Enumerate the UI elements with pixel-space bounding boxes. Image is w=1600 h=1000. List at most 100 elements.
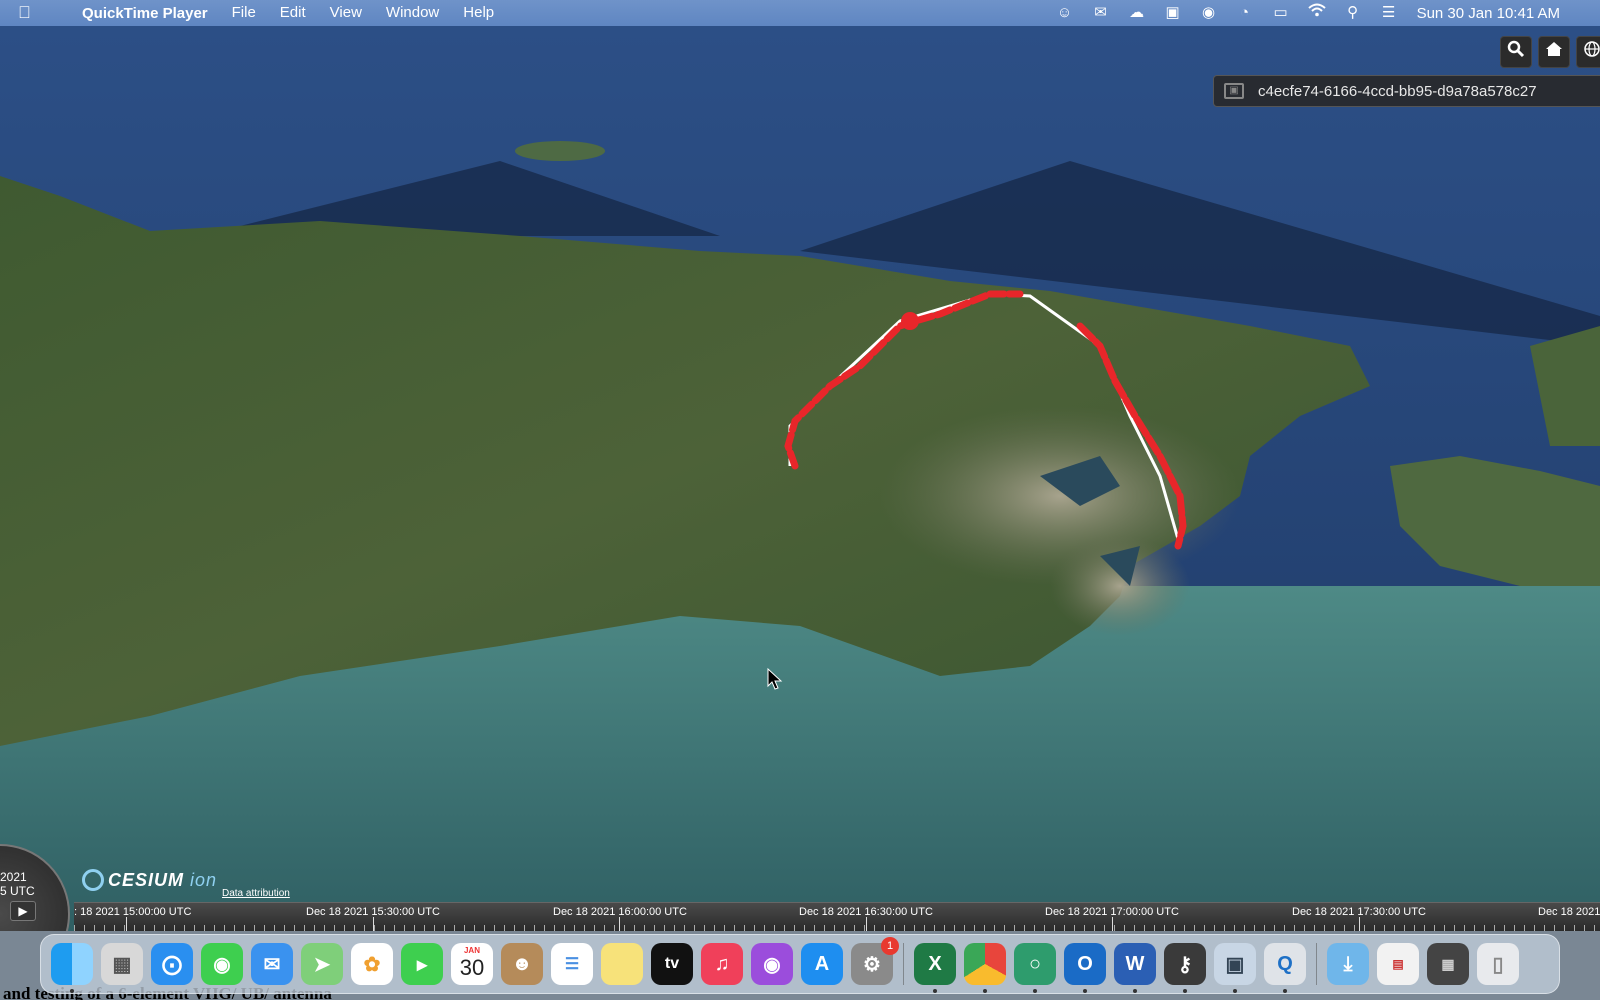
timeline-tick (1359, 917, 1360, 931)
vpn-icon[interactable]: ◔ (1227, 0, 1263, 26)
photos-icon[interactable]: ✿ (351, 943, 393, 985)
timeline-label-1: Dec 18 2021 15:30:00 UTC (306, 906, 440, 918)
outlook-icon[interactable]: O (1064, 943, 1106, 993)
camera-icon[interactable]: ▣ (1224, 83, 1244, 99)
running-indicator (1033, 989, 1037, 993)
finder-icon[interactable] (51, 943, 93, 993)
messages-icon[interactable]: ◉ (201, 943, 243, 985)
facetime-icon[interactable]: ▸ (401, 943, 443, 985)
cesium-wordmark: CESIUM (108, 869, 185, 890)
geocoder-search-button[interactable] (1500, 36, 1532, 68)
timeline-tick (866, 917, 867, 931)
timeline-tick (619, 917, 620, 931)
running-indicator (1183, 989, 1187, 993)
home-icon (1546, 42, 1562, 56)
clock-date: 2021 (0, 870, 27, 884)
urban-area (880, 406, 1240, 586)
selected-entity-info[interactable]: ▣ c4ecfe74-6166-4ccd-bb95-d9a78a578c27 (1213, 75, 1600, 107)
wifi-icon[interactable] (1299, 0, 1335, 26)
keychain-access-icon[interactable]: ⚷ (1164, 943, 1206, 993)
menu-window[interactable]: Window (374, 0, 451, 26)
menu-edit[interactable]: Edit (268, 0, 318, 26)
preview-icon[interactable]: ▣ (1214, 943, 1256, 993)
home-button[interactable] (1538, 36, 1570, 68)
lock-icon[interactable]: ▣ (1155, 0, 1191, 26)
dock: ▦ ⨀ ◉ ✉ ➤ ✿ ▸ JAN 30 ☻ ☰ tv ♫ ◉ A ⚙ 1 X ○… (40, 934, 1560, 994)
trash-icon[interactable]: ▯ (1477, 943, 1519, 985)
menu-bar:  QuickTime Player File Edit View Window… (0, 0, 1600, 26)
podcasts-icon[interactable]: ◉ (751, 943, 793, 985)
menu-view[interactable]: View (318, 0, 374, 26)
avatar-icon[interactable]: ☺ (1047, 0, 1083, 26)
entity-id: c4ecfe74-6166-4ccd-bb95-d9a78a578c27 (1258, 82, 1537, 100)
menubar-clock[interactable]: Sun 30 Jan 10:41 AM (1417, 5, 1560, 22)
timeline-tick (1112, 917, 1113, 931)
running-indicator (933, 989, 937, 993)
globe-icon (1584, 41, 1600, 57)
cesium-ion-logo[interactable]: CESIUM ion (82, 869, 217, 891)
control-center-icon[interactable]: ☰ (1371, 0, 1407, 26)
app-store-icon[interactable]: A (801, 943, 843, 985)
tv-label: tv (664, 955, 680, 972)
cesium-viewer[interactable]: ▣ c4ecfe74-6166-4ccd-bb95-d9a78a578c27 2… (0, 26, 1600, 931)
track-cluster (901, 312, 919, 330)
dock-separator (903, 943, 904, 985)
word-icon[interactable]: W (1114, 943, 1156, 993)
apple-menu-icon[interactable]:  (18, 3, 54, 23)
running-indicator (1083, 989, 1087, 993)
recent-window-icon[interactable]: ▦ (1427, 943, 1469, 985)
globe-icon[interactable]: ◉ (1191, 0, 1227, 26)
play-button[interactable]: ▶ (10, 901, 36, 921)
globe-terrain-map[interactable] (0, 26, 1600, 931)
excel-icon[interactable]: X (914, 943, 956, 993)
menu-file[interactable]: File (220, 0, 268, 26)
notification-badge: 1 (881, 937, 899, 955)
running-indicator (1283, 989, 1287, 993)
timeline-label-0: : 18 2021 15:00:00 UTC (74, 906, 192, 918)
notes-icon[interactable] (601, 943, 643, 985)
downloads-folder-icon[interactable]: ⤓ (1327, 943, 1369, 985)
dock-separator (1316, 943, 1317, 985)
quicktime-player-icon[interactable]: Q (1264, 943, 1306, 993)
outlook-label: O (1077, 952, 1093, 975)
mail-icon[interactable]: ✉ (251, 943, 293, 985)
data-attribution-link[interactable]: Data attribution (222, 888, 290, 899)
contacts-icon[interactable]: ☻ (501, 943, 543, 985)
safari-icon[interactable]: ⨀ (151, 943, 193, 985)
word-label: W (1125, 952, 1145, 975)
search-icon[interactable]: ⚲ (1335, 0, 1371, 26)
search-icon (1507, 40, 1525, 58)
timeline-label-4: Dec 18 2021 17:00:00 UTC (1045, 906, 1179, 918)
chrome-icon[interactable] (964, 943, 1006, 993)
music-icon[interactable]: ♫ (701, 943, 743, 985)
running-indicator (1133, 989, 1137, 993)
battery-icon[interactable]: ▭ (1263, 0, 1299, 26)
network-radar-icon[interactable]: ○ (1014, 943, 1056, 993)
launchpad-icon[interactable]: ▦ (101, 943, 143, 985)
timeline-tick (126, 917, 127, 931)
calendar-day: 30 (459, 955, 485, 980)
app-menu[interactable]: QuickTime Player (82, 5, 208, 22)
running-indicator (983, 989, 987, 993)
notification-icon[interactable]: ✉ (1083, 0, 1119, 26)
timeline-tick (373, 917, 374, 931)
timeline-label-2: Dec 18 2021 16:00:00 UTC (553, 906, 687, 918)
reminders-icon[interactable]: ☰ (551, 943, 593, 985)
apple-tv-icon[interactable]: tv (651, 943, 693, 985)
creative-cloud-icon[interactable]: ☁ (1119, 0, 1155, 26)
small-island (515, 141, 605, 161)
running-indicator (1233, 989, 1237, 993)
scene-mode-button[interactable] (1576, 36, 1600, 68)
maps-icon[interactable]: ➤ (301, 943, 343, 985)
calendar-icon[interactable]: JAN 30 (451, 943, 493, 985)
calendar-month: JAN (463, 946, 480, 955)
timeline[interactable]: : 18 2021 15:00:00 UTC Dec 18 2021 15:30… (74, 902, 1600, 931)
timeline-label-5: Dec 18 2021 17:30:00 UTC (1292, 906, 1426, 918)
timeline-label-6: Dec 18 2021 (1538, 906, 1600, 918)
timeline-label-3: Dec 18 2021 16:30:00 UTC (799, 906, 933, 918)
clock-time: 5 UTC (0, 884, 35, 898)
recent-document-icon[interactable]: ▤ (1377, 943, 1419, 985)
menu-help[interactable]: Help (451, 0, 506, 26)
running-indicator (70, 989, 74, 993)
system-preferences-icon[interactable]: ⚙ 1 (851, 937, 899, 985)
